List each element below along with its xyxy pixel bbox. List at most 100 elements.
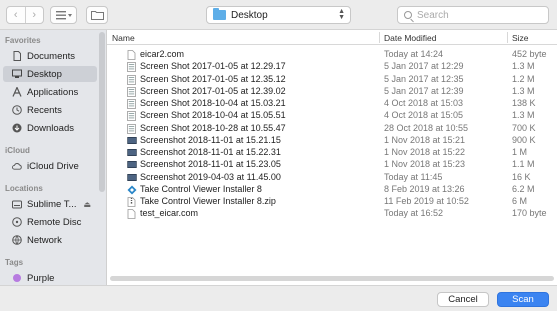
file-size: 1.3 M bbox=[512, 61, 535, 72]
file-name: Screen Shot 2018-10-04 at 15.05.51 bbox=[140, 110, 286, 121]
file-size: 1.3 M bbox=[512, 110, 535, 121]
file-name: Screenshot 2019-04-03 at 11.45.00 bbox=[140, 171, 281, 182]
updown-chevron-icon: ▲ ▼ bbox=[338, 8, 345, 21]
network-icon bbox=[12, 235, 22, 245]
sidebar-item-tag-purple[interactable]: Purple bbox=[3, 270, 97, 286]
recents-icon bbox=[12, 105, 22, 115]
file-row[interactable]: Screen Shot 2018-10-28 at 10.55.47 28 Oct… bbox=[107, 123, 557, 135]
file-name: Take Control Viewer Installer 8.zip bbox=[140, 196, 276, 206]
location-label: Desktop bbox=[231, 9, 268, 21]
file-date: Today at 16:52 bbox=[384, 208, 444, 219]
search-placeholder: Search bbox=[417, 9, 449, 21]
new-folder-button[interactable] bbox=[86, 6, 108, 24]
image-icon bbox=[127, 111, 136, 122]
file-row[interactable]: Screen Shot 2018-10-04 at 15.03.21 4 Oct … bbox=[107, 98, 557, 110]
sidebar-item-downloads[interactable]: Downloads bbox=[3, 120, 97, 136]
file-name: eicar2.com bbox=[140, 49, 185, 59]
file-size: 1 M bbox=[512, 147, 528, 157]
desktop-icon bbox=[12, 69, 22, 79]
bottom-bar: Cancel Scan bbox=[0, 285, 557, 311]
file-date: 28 Oct 2018 at 10:55 bbox=[384, 122, 469, 133]
sidebar-item-sublime-text[interactable]: Sublime T... ⏏ bbox=[3, 196, 97, 212]
column-name[interactable]: Name bbox=[112, 33, 135, 43]
file-list: Name Date Modified Size eicar2.com Today … bbox=[107, 30, 557, 285]
horizontal-scrollbar[interactable] bbox=[110, 276, 554, 281]
location-popup[interactable]: Desktop ▲ ▼ bbox=[206, 6, 351, 24]
file-date: 1 Nov 2018 at 15:23 bbox=[384, 159, 466, 170]
screenshot-icon bbox=[127, 148, 137, 158]
image-icon bbox=[127, 86, 136, 97]
file-row[interactable]: Screen Shot 2017-01-05 at 12.29.17 5 Jan … bbox=[107, 61, 557, 73]
sidebar-item-network[interactable]: Network bbox=[3, 232, 97, 248]
file-size: 1.3 M bbox=[512, 85, 535, 96]
file-size: 6.2 M bbox=[512, 183, 535, 194]
file-row[interactable]: Screenshot 2019-04-03 at 11.45.00 Today a… bbox=[107, 172, 557, 184]
screenshot-icon bbox=[127, 173, 137, 183]
file-size: 1.2 M bbox=[512, 73, 535, 84]
file-date: Today at 14:24 bbox=[384, 49, 444, 59]
file-size: 700 K bbox=[512, 122, 536, 133]
image-icon bbox=[127, 99, 136, 109]
column-size[interactable]: Size bbox=[512, 33, 529, 43]
tags-heading: Tags bbox=[5, 258, 24, 267]
file-date: 1 Nov 2018 at 15:22 bbox=[384, 147, 466, 157]
image-icon bbox=[127, 74, 136, 85]
file-row[interactable]: test_eicar.com Today at 16:52 170 byte bbox=[107, 208, 557, 220]
applications-icon bbox=[12, 87, 22, 97]
sidebar-item-label: Remote Disc bbox=[27, 216, 82, 228]
file-row[interactable]: Screen Shot 2018-10-04 at 15.05.51 4 Oct … bbox=[107, 110, 557, 122]
file-row[interactable]: Screen Shot 2017-01-05 at 12.39.02 5 Jan … bbox=[107, 86, 557, 98]
file-name: Screen Shot 2017-01-05 at 12.29.17 bbox=[140, 61, 286, 72]
nav-buttons: ‹ › bbox=[6, 6, 44, 24]
document-icon bbox=[127, 50, 136, 60]
file-date: Today at 11:45 bbox=[384, 171, 443, 182]
file-row[interactable]: Take Control Viewer Installer 8.zip 11 Fe… bbox=[107, 196, 557, 208]
sidebar-scrollbar[interactable] bbox=[99, 32, 105, 192]
cloud-icon bbox=[12, 161, 22, 171]
file-row[interactable]: Screenshot 2018-11-01 at 15.22.31 1 Nov 2… bbox=[107, 147, 557, 159]
view-options-button[interactable] bbox=[50, 6, 77, 24]
file-size: 452 byte bbox=[512, 49, 547, 59]
sidebar-item-label: Network bbox=[27, 234, 62, 246]
column-header: Name Date Modified Size bbox=[107, 30, 557, 45]
file-row[interactable]: Screenshot 2018-11-01 at 15.21.15 1 Nov 2… bbox=[107, 135, 557, 147]
file-name: Screen Shot 2017-01-05 at 12.39.02 bbox=[140, 85, 286, 96]
file-date: 4 Oct 2018 at 15:03 bbox=[384, 98, 464, 108]
sidebar-item-icloud-drive[interactable]: iCloud Drive bbox=[3, 158, 97, 174]
column-date-modified[interactable]: Date Modified bbox=[384, 33, 436, 43]
search-field[interactable]: Search bbox=[397, 6, 549, 24]
file-date: 11 Feb 2019 at 10:52 bbox=[384, 196, 469, 206]
file-row[interactable]: eicar2.com Today at 14:24 452 byte bbox=[107, 49, 557, 61]
new-folder-icon bbox=[90, 11, 104, 20]
locations-heading: Locations bbox=[5, 184, 43, 193]
scan-button[interactable]: Scan bbox=[497, 292, 549, 307]
cancel-button[interactable]: Cancel bbox=[437, 292, 489, 307]
file-date: 5 Jan 2017 at 12:39 bbox=[384, 85, 464, 96]
sidebar-item-recents[interactable]: Recents bbox=[3, 102, 97, 118]
search-icon bbox=[404, 11, 412, 19]
file-size: 138 K bbox=[512, 98, 536, 108]
file-name: Screenshot 2018-11-01 at 15.23.05 bbox=[140, 159, 281, 170]
forward-button[interactable]: › bbox=[26, 7, 44, 23]
file-date: 8 Feb 2019 at 13:26 bbox=[384, 183, 465, 194]
sidebar-item-label: Applications bbox=[27, 86, 79, 98]
sidebar-item-desktop[interactable]: Desktop bbox=[3, 66, 97, 82]
file-row[interactable]: Take Control Viewer Installer 8 8 Feb 201… bbox=[107, 184, 557, 196]
file-size: 16 K bbox=[512, 171, 531, 182]
sidebar-item-remote-disc[interactable]: Remote Disc bbox=[3, 214, 97, 230]
documents-icon bbox=[12, 51, 22, 61]
disk-icon bbox=[12, 199, 22, 209]
sidebar-item-applications[interactable]: Applications bbox=[3, 84, 97, 100]
file-name: Screenshot 2018-11-01 at 15.22.31 bbox=[140, 147, 281, 157]
file-name: Screen Shot 2018-10-04 at 15.03.21 bbox=[140, 98, 286, 108]
file-row[interactable]: Screen Shot 2017-01-05 at 12.35.12 5 Jan … bbox=[107, 74, 557, 86]
sidebar-item-label: Sublime T... bbox=[27, 198, 77, 210]
document-icon bbox=[127, 209, 136, 220]
back-button[interactable]: ‹ bbox=[7, 7, 26, 23]
installer-icon bbox=[127, 185, 137, 195]
eject-icon[interactable]: ⏏ bbox=[83, 200, 91, 209]
file-row[interactable]: Screenshot 2018-11-01 at 15.23.05 1 Nov 2… bbox=[107, 159, 557, 171]
sidebar: Favorites Documents Desktop Applications… bbox=[0, 30, 107, 285]
sidebar-item-documents[interactable]: Documents bbox=[3, 48, 97, 64]
sidebar-item-label: iCloud Drive bbox=[27, 160, 79, 172]
